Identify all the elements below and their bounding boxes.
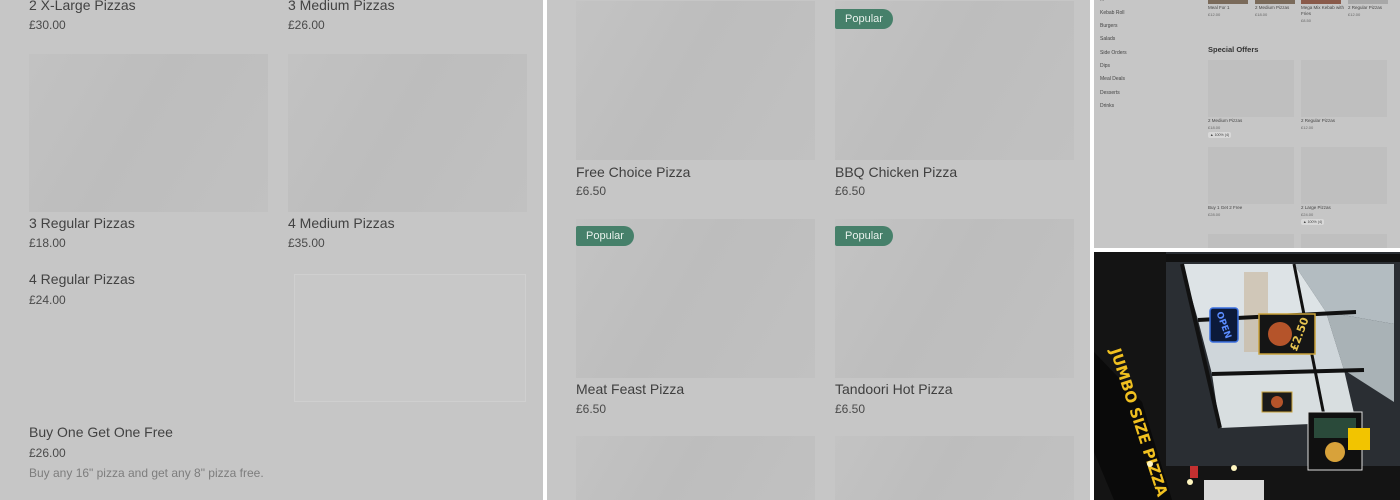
thumbnail[interactable] xyxy=(1301,0,1341,4)
item-price: £6.50 xyxy=(576,184,607,198)
category-nav-item[interactable]: ... xyxy=(1100,0,1104,3)
item-image[interactable] xyxy=(29,54,268,212)
thumbs-up-icon: ▲ xyxy=(1303,220,1307,224)
top-item-price: £8.50 xyxy=(1301,18,1312,23)
item-title[interactable]: 2 X-Large Pizzas xyxy=(29,0,136,13)
item-title[interactable]: Free Choice Pizza xyxy=(576,164,690,180)
top-item-price: £12.00 xyxy=(1348,12,1361,17)
offer-card-image[interactable] xyxy=(1301,60,1387,117)
item-price: £24.00 xyxy=(29,293,66,307)
item-title[interactable]: Meat Feast Pizza xyxy=(576,381,684,397)
price-sign: £2.50 xyxy=(1258,313,1316,355)
top-item-label[interactable]: 2 Regular Pizzas xyxy=(1348,5,1382,11)
item-price: £30.00 xyxy=(29,18,66,32)
item-image[interactable] xyxy=(576,1,815,160)
thumbnail[interactable] xyxy=(1255,0,1295,4)
category-nav-item[interactable]: Meal Deals xyxy=(1100,76,1125,82)
item-price: £6.50 xyxy=(835,402,866,416)
item-title[interactable]: Tandoori Hot Pizza xyxy=(835,381,953,397)
top-item-price: £18.00 xyxy=(1255,12,1268,17)
offer-card-image[interactable] xyxy=(1301,147,1387,204)
popular-badge: Popular xyxy=(835,226,893,246)
rating-badge: ▲ 100% (4) xyxy=(1301,219,1325,225)
item-image[interactable] xyxy=(288,54,527,212)
open-sign: OPEN xyxy=(1209,307,1239,343)
offer-card-image[interactable] xyxy=(1208,234,1294,248)
popular-badge: Popular xyxy=(576,226,634,246)
thumbs-up-icon: ▲ xyxy=(1210,133,1214,137)
item-price: £6.50 xyxy=(835,184,866,198)
top-item-label[interactable]: 2 Medium Pizzas xyxy=(1255,5,1289,11)
offer-label[interactable]: 2 Medium Pizzas xyxy=(1208,118,1242,123)
category-nav-item[interactable]: Burgers xyxy=(1100,23,1118,29)
storefront-photo: OPEN £2.50 JUMBO SIZE PIZZA xyxy=(1094,252,1400,500)
popular-badge: Popular xyxy=(835,9,893,29)
offer-card-image[interactable] xyxy=(1208,60,1294,117)
category-nav-item[interactable]: Drinks xyxy=(1100,103,1114,109)
category-nav-item[interactable]: Dips xyxy=(1100,63,1110,69)
item-description: Buy any 16" pizza and get any 8" pizza f… xyxy=(29,466,264,480)
item-title[interactable]: 4 Medium Pizzas xyxy=(288,215,395,231)
item-image[interactable] xyxy=(576,436,815,500)
item-price: £26.00 xyxy=(288,18,325,32)
item-price: £26.00 xyxy=(29,446,66,460)
storefront-photo-drawing: OPEN £2.50 JUMBO SIZE PIZZA xyxy=(1094,252,1400,500)
rating-text: 100% (4) xyxy=(1214,133,1230,137)
section-title: Special Offers xyxy=(1208,45,1259,54)
menu-panel-pizzas: Popular Free Choice Pizza £6.50 BBQ Chic… xyxy=(547,0,1090,500)
item-image[interactable] xyxy=(835,436,1074,500)
offer-card-image[interactable] xyxy=(1208,147,1294,204)
item-title[interactable]: 3 Medium Pizzas xyxy=(288,0,395,13)
category-nav-item[interactable]: Desserts xyxy=(1100,90,1120,96)
menu-panel-offers: 2 X-Large Pizzas £30.00 3 Medium Pizzas … xyxy=(0,0,543,500)
thumbnail[interactable] xyxy=(1348,0,1388,4)
image-placeholder xyxy=(294,274,526,402)
screenshot-collage: 2 X-Large Pizzas £30.00 3 Medium Pizzas … xyxy=(0,0,1400,500)
item-title[interactable]: 4 Regular Pizzas xyxy=(29,271,135,287)
offer-label[interactable]: 2 Regular Pizzas xyxy=(1301,118,1335,123)
category-nav-item[interactable]: Salads xyxy=(1100,36,1115,42)
item-title[interactable]: 3 Regular Pizzas xyxy=(29,215,135,231)
offer-card-image[interactable] xyxy=(1301,234,1387,248)
category-nav-item[interactable]: Side Orders xyxy=(1100,50,1127,56)
thumbnail[interactable] xyxy=(1208,0,1248,4)
item-title[interactable]: Buy One Get One Free xyxy=(29,424,173,440)
category-nav-item[interactable]: Kebab Roll xyxy=(1100,10,1124,16)
top-item-price: £12.00 xyxy=(1208,12,1221,17)
top-item-label[interactable]: Mega Mix Kebab with Fries xyxy=(1301,5,1345,17)
menu-overview-panel: ... Kebab Roll Burgers Salads Side Order… xyxy=(1094,0,1400,248)
top-item-label[interactable]: Meal For 1 xyxy=(1208,5,1230,11)
offer-label[interactable]: 2 Large Pizzas xyxy=(1301,205,1331,210)
offer-label[interactable]: Buy 1 Get 2 Free xyxy=(1208,205,1242,210)
item-price: £35.00 xyxy=(288,236,325,250)
rating-badge: ▲ 100% (4) xyxy=(1208,132,1232,138)
offer-price: £24.00 xyxy=(1301,212,1314,217)
offer-price: £28.00 xyxy=(1208,212,1221,217)
offer-price: £18.00 xyxy=(1208,125,1221,130)
offer-price: £12.00 xyxy=(1301,125,1314,130)
rating-text: 100% (4) xyxy=(1307,220,1323,224)
item-title[interactable]: BBQ Chicken Pizza xyxy=(835,164,957,180)
item-price: £6.50 xyxy=(576,402,607,416)
item-price: £18.00 xyxy=(29,236,66,250)
